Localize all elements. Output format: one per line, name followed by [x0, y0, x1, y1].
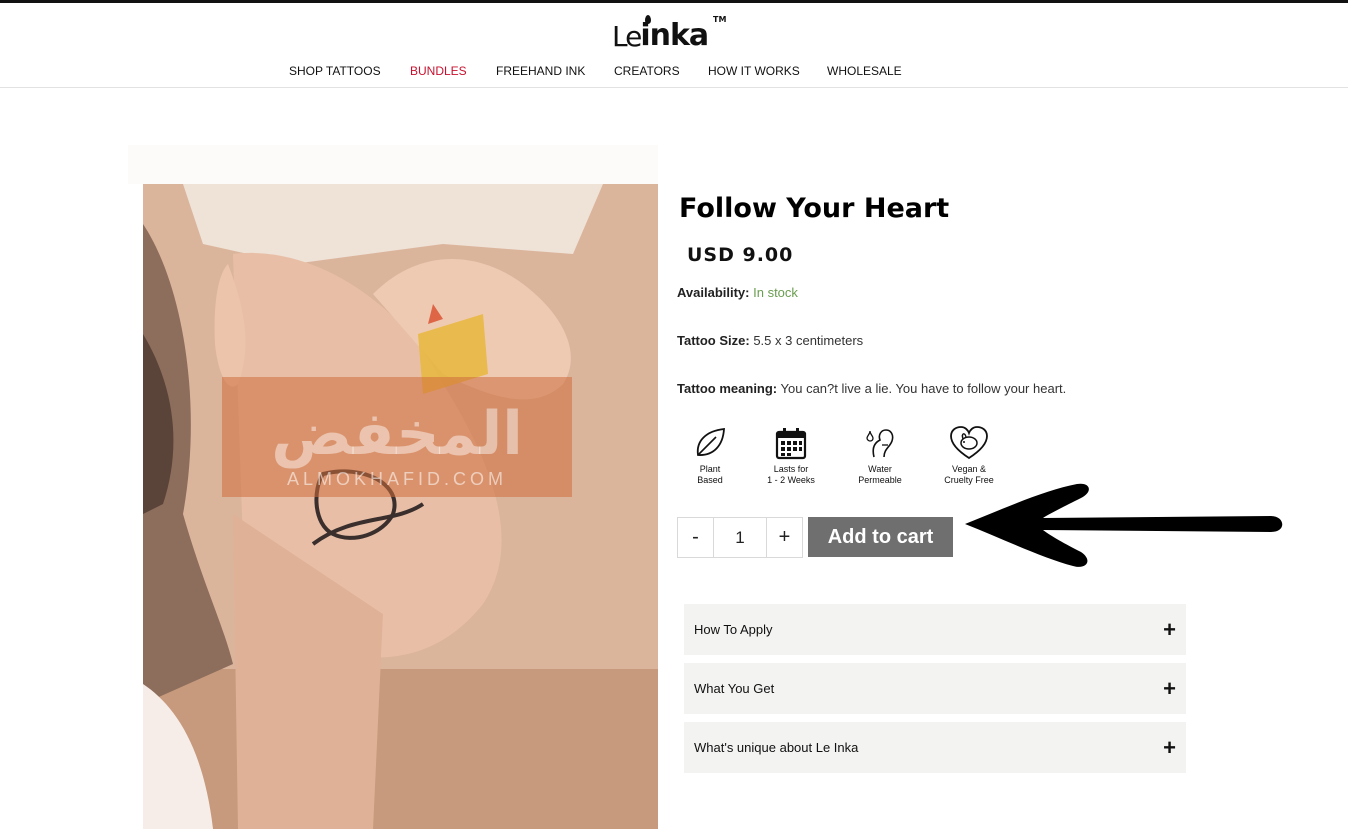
feature-plant-based: Plant Based [673, 425, 747, 486]
accordion-label: What You Get [694, 681, 775, 696]
leaf-icon [696, 427, 725, 456]
calendar-icon [775, 428, 807, 460]
feature-lasts-line2: 1 - 2 Weeks [767, 475, 815, 485]
quantity-decrease-button[interactable]: - [678, 518, 713, 557]
product-image-top-bleed [128, 145, 658, 184]
quantity-increase-button[interactable]: + [767, 518, 802, 557]
annotation-arrow-icon [965, 483, 1283, 567]
accordion-label: How To Apply [694, 622, 773, 637]
watermark-arabic-text: المخفض [271, 399, 523, 469]
feature-vegan: Vegan & Cruelty Free [932, 425, 1006, 486]
product-photo-illustration [143, 184, 658, 829]
brand-logo[interactable]: Le inka TM [612, 9, 726, 53]
meaning-row: Tattoo meaning: You can?t live a lie. Yo… [677, 381, 1066, 396]
add-to-cart-button[interactable]: Add to cart [808, 517, 953, 557]
size-label: Tattoo Size: [677, 333, 750, 348]
feature-plant-line1: Plant [699, 464, 721, 474]
meaning-value: You can?t live a lie. You have to follow… [780, 381, 1067, 396]
accordion-what-you-get[interactable]: What You Get + [684, 663, 1186, 714]
availability-label: Availability: [677, 285, 750, 300]
size-value: 5.5 x 3 centimeters [753, 333, 864, 348]
feature-plant-line2: Based [697, 475, 723, 485]
feature-vegan-line1: Vegan & [951, 464, 987, 474]
site-header: Le inka TM SHOP TATTOOS BUNDLES FREEHAND… [0, 3, 1348, 88]
feature-lasts: Lasts for 1 - 2 Weeks [754, 425, 828, 486]
plus-icon: + [1163, 734, 1176, 760]
size-row: Tattoo Size: 5.5 x 3 centimeters [677, 333, 863, 348]
feature-water-permeable: Water Permeable [843, 425, 917, 486]
logo-trademark: TM [713, 15, 727, 24]
main-nav: SHOP TATTOOS BUNDLES FREEHAND INK CREATO… [0, 64, 1348, 84]
plus-icon: + [1163, 616, 1176, 642]
feature-water-line2: Permeable [858, 475, 902, 485]
feature-lasts-line1: Lasts for [773, 464, 809, 474]
rabbit-heart-icon [950, 426, 988, 460]
nav-shop-tattoos[interactable]: SHOP TATTOOS [289, 64, 381, 78]
product-price: USD 9.00 [687, 244, 794, 266]
quantity-input[interactable]: 1 [713, 518, 767, 557]
nav-wholesale[interactable]: WHOLESALE [827, 64, 902, 78]
meaning-label: Tattoo meaning: [677, 381, 778, 396]
feature-water-line1: Water [868, 464, 892, 474]
availability-row: Availability: In stock [677, 285, 798, 300]
logo-inka: inka [640, 15, 709, 53]
availability-value: In stock [753, 285, 798, 300]
accordion-label: What's unique about Le Inka [694, 740, 859, 755]
watermark-url: ALMOKHAFID.COM [286, 469, 507, 489]
nav-freehand-ink[interactable]: FREEHAND INK [496, 64, 585, 78]
quantity-stepper: - 1 + [677, 517, 803, 558]
accordion-how-to-apply[interactable]: How To Apply + [684, 604, 1186, 655]
logo-le: Le [612, 20, 642, 53]
product-title: Follow Your Heart [679, 193, 950, 224]
nav-creators[interactable]: CREATORS [614, 64, 680, 78]
nav-bundles[interactable]: BUNDLES [410, 64, 467, 78]
product-image[interactable]: المخفض ALMOKHAFID.COM [143, 184, 658, 829]
logo-inka-text: inka [640, 18, 709, 53]
accordion-whats-unique[interactable]: What's unique about Le Inka + [684, 722, 1186, 773]
nav-how-it-works[interactable]: HOW IT WORKS [708, 64, 800, 78]
plus-icon: + [1163, 675, 1176, 701]
water-drop-icon [866, 429, 894, 458]
